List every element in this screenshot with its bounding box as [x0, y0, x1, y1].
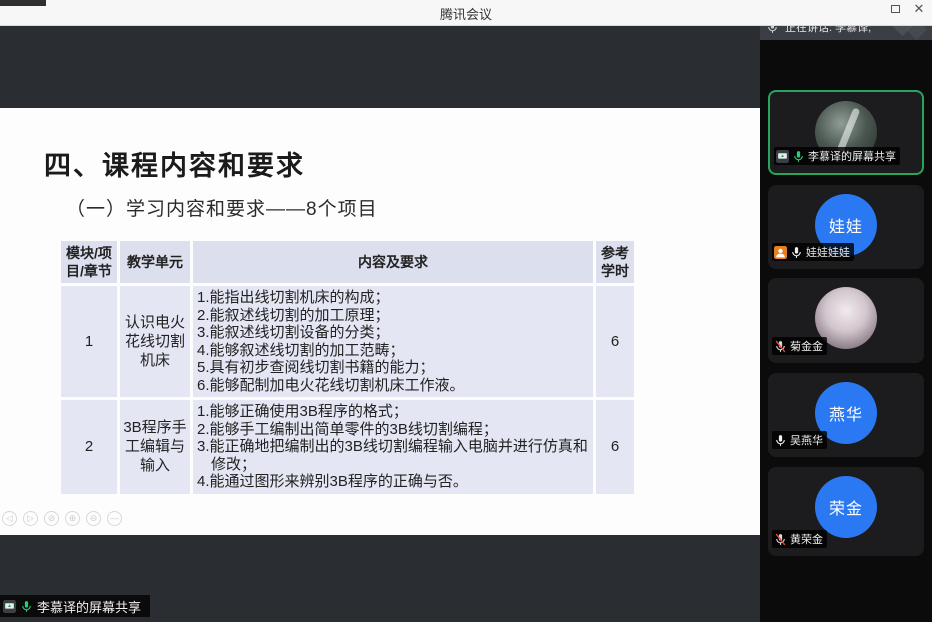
window-restore-button[interactable]	[886, 2, 904, 18]
participant-name-label: 吴燕华	[772, 431, 827, 449]
mic-on-icon	[20, 600, 33, 613]
participant-name-label: 菊金金	[772, 337, 827, 355]
content-line: 2.能叙述线切割的加工原理；	[197, 307, 589, 325]
participant-name: 黄荣金	[790, 531, 823, 547]
content-line: 4.能够叙述线切割的加工范畴；	[197, 342, 589, 360]
mic-on-icon	[792, 150, 805, 163]
participant-name: 李慕译的屏幕共享	[808, 148, 896, 164]
cell-hours: 6	[596, 286, 634, 397]
window-title: 腾讯会议	[0, 4, 932, 23]
participant-tile[interactable]: 娃娃 娃娃娃娃	[768, 185, 924, 269]
participant-tile-sharer[interactable]: 李慕译的屏幕共享	[768, 90, 924, 175]
content-line: 5.具有初步查阅线切割书籍的能力；	[197, 359, 589, 377]
header-hours: 参考学时	[596, 241, 634, 283]
tencent-meeting-window: 腾讯会议 ✕ 四、课程内容和要求 （一）学习内容和要求——8个项目 模块/项目/…	[0, 0, 932, 622]
hide-toolbar-button[interactable]: —	[107, 511, 122, 526]
cell-module: 1	[61, 286, 117, 397]
screen-share-status-pill: 李慕译的屏幕共享	[0, 595, 150, 617]
presentation-slide: 四、课程内容和要求 （一）学习内容和要求——8个项目 模块/项目/章节 教学单元…	[0, 108, 760, 535]
content-line: 3.能叙述线切割设备的分类；	[197, 324, 589, 342]
table-header-row: 模块/项目/章节 教学单元 内容及要求 参考学时	[61, 241, 634, 283]
content-line: 4.能通过图形来辨别3B程序的正确与否。	[197, 473, 589, 491]
cell-unit: 3B程序手工编辑与输入	[120, 400, 190, 494]
share-status-text: 李慕译的屏幕共享	[37, 597, 141, 616]
participant-name: 娃娃娃娃	[806, 244, 850, 260]
screen-share-area: 四、课程内容和要求 （一）学习内容和要求——8个项目 模块/项目/章节 教学单元…	[0, 26, 760, 622]
participant-tile[interactable]: 菊金金	[768, 278, 924, 363]
annotation-toolbar: ◁ ▷ ⊘ ⊕ ⊖ —	[2, 511, 122, 526]
table-row: 1 认识电火花线切割机床 1.能指出线切割机床的构成； 2.能叙述线切割的加工原…	[61, 286, 634, 397]
participant-name: 菊金金	[790, 338, 823, 354]
header-module: 模块/项目/章节	[61, 241, 117, 283]
header-unit: 教学单元	[120, 241, 190, 283]
content-line: 1.能够正确使用3B程序的格式；	[197, 403, 589, 421]
mic-on-icon	[790, 246, 803, 259]
zoom-in-button[interactable]: ⊕	[65, 511, 80, 526]
window-titlebar[interactable]: 腾讯会议 ✕	[0, 0, 932, 26]
header-content: 内容及要求	[193, 241, 593, 283]
content-line: 2.能够手工编制出简单零件的3B线切割编程；	[197, 421, 589, 439]
participant-tile[interactable]: 燕华 吴燕华	[768, 373, 924, 457]
content-line: 3.能正确地把编制出的3B线切割编程输入电脑并进行仿真和修改；	[197, 438, 589, 473]
restore-icon	[891, 5, 900, 13]
participant-name: 吴燕华	[790, 432, 823, 448]
screen-share-icon	[776, 150, 789, 163]
next-slide-button[interactable]: ▷	[23, 511, 38, 526]
cell-unit: 认识电火花线切割机床	[120, 286, 190, 397]
participant-tile[interactable]: 荣金 黄荣金	[768, 467, 924, 556]
content-line: 6.能够配制加电火花线切割机床工作液。	[197, 377, 589, 395]
participant-name-label: 娃娃娃娃	[772, 243, 854, 261]
pen-tool-button[interactable]: ⊘	[44, 511, 59, 526]
screen-share-icon	[3, 600, 16, 613]
mic-on-icon	[774, 434, 787, 447]
slide-title: 四、课程内容和要求	[44, 144, 305, 183]
course-table: 模块/项目/章节 教学单元 内容及要求 参考学时 1 认识电火花线切割机床 1.…	[58, 238, 637, 497]
participant-name-label: 李慕译的屏幕共享	[774, 147, 900, 165]
cell-content: 1.能指出线切割机床的构成； 2.能叙述线切割的加工原理； 3.能叙述线切割设备…	[193, 286, 593, 397]
participant-name-label: 黄荣金	[772, 530, 827, 548]
cell-module: 2	[61, 400, 117, 494]
mic-muted-icon	[774, 533, 787, 546]
cell-hours: 6	[596, 400, 634, 494]
slide-subtitle: （一）学习内容和要求——8个项目	[66, 194, 378, 221]
avatar: 荣金	[815, 476, 877, 538]
mic-muted-icon	[774, 340, 787, 353]
participants-sidebar: 正在讲话: 李慕译; 李慕译的屏幕共享 娃娃	[760, 14, 932, 622]
zoom-out-button[interactable]: ⊖	[86, 511, 101, 526]
window-close-button[interactable]: ✕	[910, 2, 928, 18]
prev-slide-button[interactable]: ◁	[2, 511, 17, 526]
member-badge-icon	[774, 246, 787, 259]
cell-content: 1.能够正确使用3B程序的格式； 2.能够手工编制出简单零件的3B线切割编程； …	[193, 400, 593, 494]
table-row: 2 3B程序手工编辑与输入 1.能够正确使用3B程序的格式； 2.能够手工编制出…	[61, 400, 634, 494]
content-line: 1.能指出线切割机床的构成；	[197, 289, 589, 307]
